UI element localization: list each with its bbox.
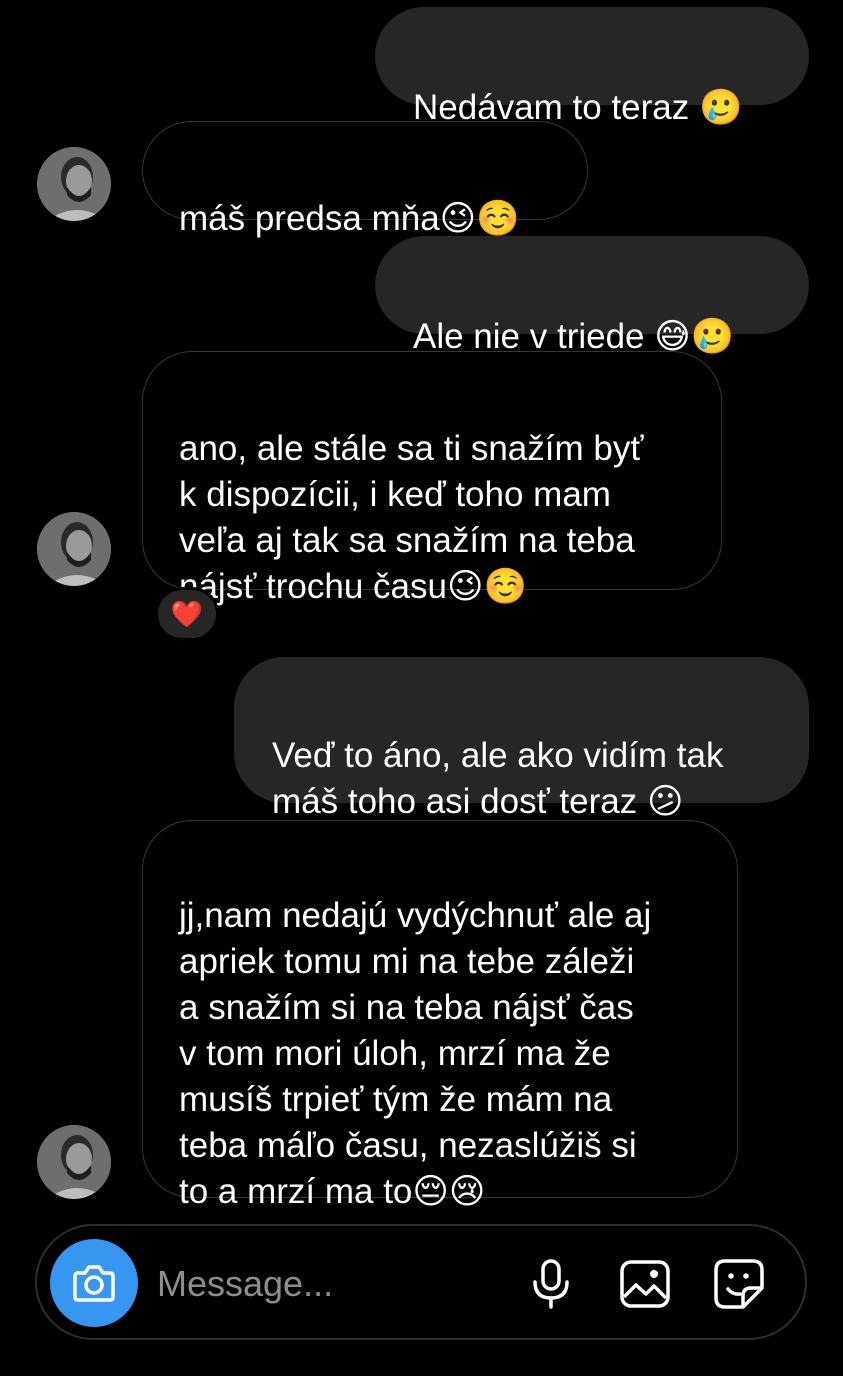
camera-button[interactable]: [50, 1239, 138, 1327]
message-text: Veď to áno, ale ako vidím tak máš toho a…: [272, 736, 724, 821]
message-bubble-sent[interactable]: Veď to áno, ale ako vidím tak máš toho a…: [234, 657, 809, 821]
message-bubble-sent[interactable]: Nedávam to teraz 🥲: [375, 7, 809, 127]
message-composer: [35, 1224, 807, 1340]
message-bubble-received[interactable]: jj,nam nedajú vydýchnuť ale aj apriek to…: [142, 820, 738, 1211]
message-bubble-received[interactable]: máš predsa mňa😉☺️: [142, 121, 588, 238]
message-reaction[interactable]: ❤️: [155, 587, 219, 641]
gallery-icon: [620, 1260, 670, 1308]
sticker-icon: [714, 1259, 764, 1309]
microphone-icon: [533, 1259, 569, 1309]
message-bubble-received[interactable]: ano, ale stále sa ti snažím byť k dispoz…: [142, 351, 722, 606]
message-text: máš predsa mňa😉☺️: [179, 199, 520, 238]
heart-icon: ❤️: [170, 599, 204, 629]
microphone-button[interactable]: [521, 1254, 581, 1314]
sticker-button[interactable]: [709, 1254, 769, 1314]
message-text: ano, ale stále sa ti snažím byť k dispoz…: [179, 429, 644, 606]
contact-avatar[interactable]: [37, 512, 111, 586]
contact-avatar[interactable]: [37, 147, 111, 221]
camera-icon: [73, 1265, 115, 1302]
message-bubble-sent[interactable]: Ale nie v triede 😅🥲: [375, 236, 809, 356]
contact-avatar[interactable]: [37, 1125, 111, 1199]
gallery-button[interactable]: [615, 1254, 675, 1314]
message-text: jj,nam nedajú vydýchnuť ale aj apriek to…: [179, 896, 652, 1211]
message-input[interactable]: [157, 1256, 497, 1312]
